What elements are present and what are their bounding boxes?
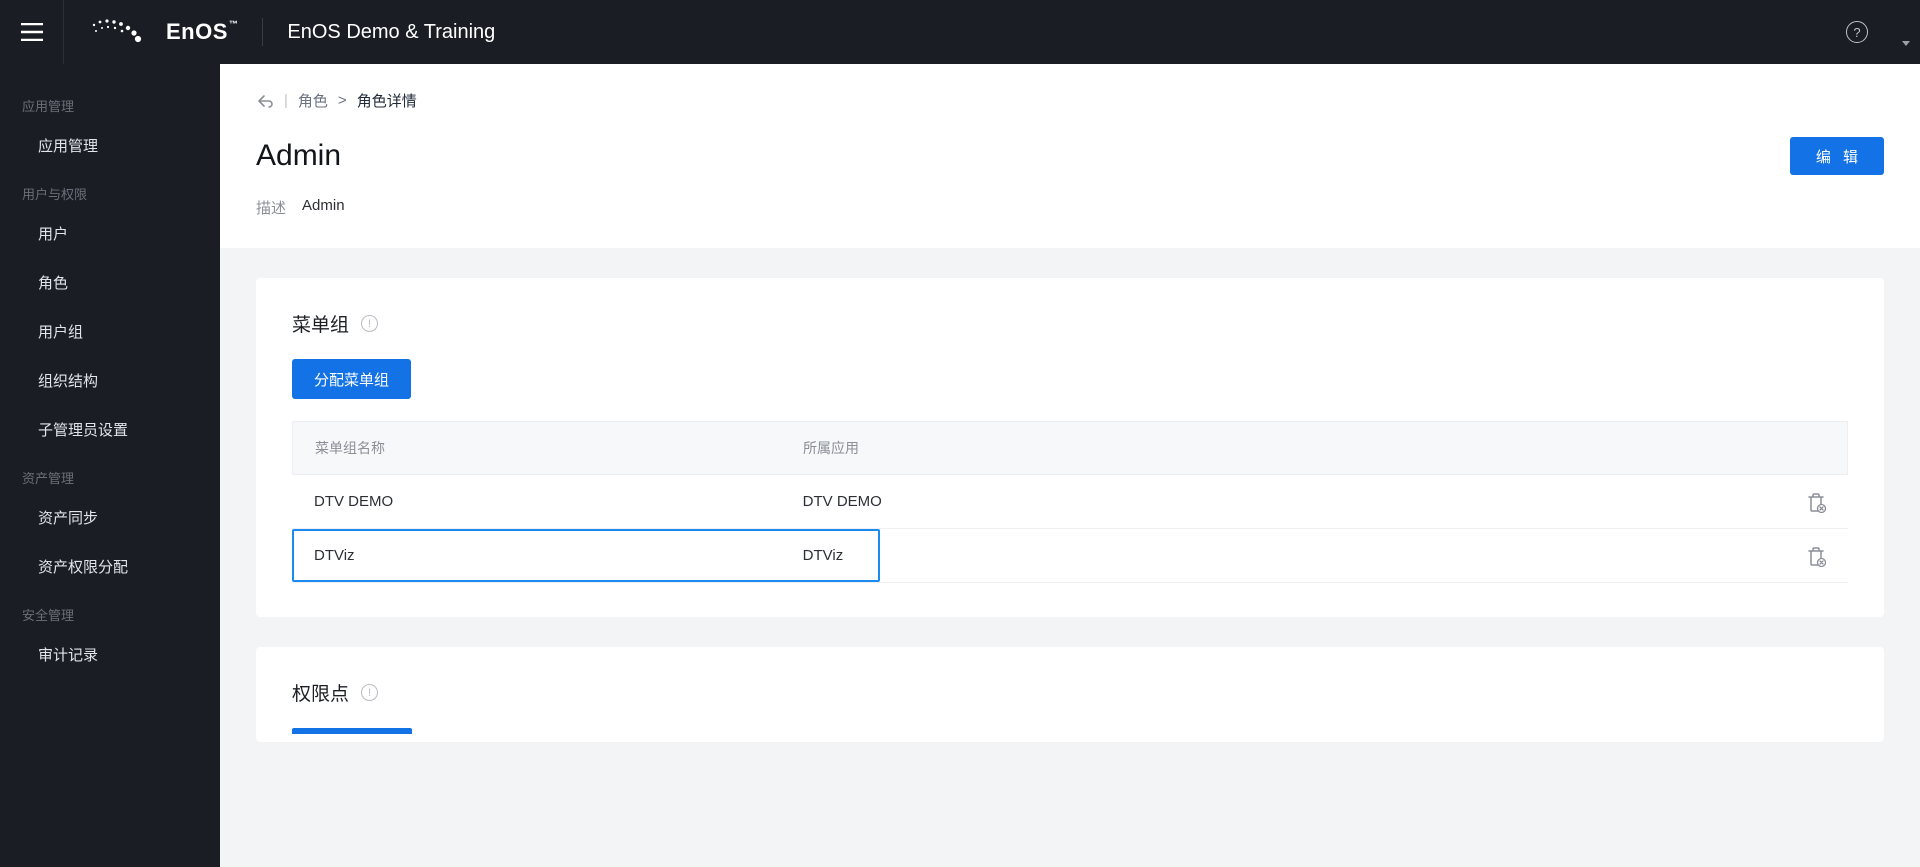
menu-group-table: 菜单组名称 所属应用 DTV DEMO DTV DEMO — [292, 421, 1848, 583]
nav-item-audit-log[interactable]: 审计记录 — [0, 630, 220, 679]
nav-item-app-management[interactable]: 应用管理 — [0, 121, 220, 170]
page-title: Admin — [256, 139, 341, 173]
permission-points-card: 权限点 ! — [256, 647, 1884, 742]
cell-app: DTViz — [781, 529, 1758, 582]
table-header: 菜单组名称 所属应用 — [292, 421, 1848, 475]
delete-icon[interactable] — [1806, 545, 1826, 567]
assign-menu-group-button[interactable]: 分配菜单组 — [292, 359, 411, 399]
page-header: | 角色 > 角色详情 Admin 编 辑 描述 Admin — [220, 64, 1920, 248]
logo-block: EnOS™ EnOS Demo & Training — [64, 18, 519, 46]
logo-icon — [88, 18, 142, 46]
org-name: EnOS Demo & Training — [287, 21, 495, 44]
edit-button[interactable]: 编 辑 — [1790, 137, 1884, 175]
vertical-divider — [262, 18, 263, 46]
back-icon[interactable] — [256, 92, 274, 110]
help-icon[interactable]: ? — [1846, 21, 1868, 43]
menu-toggle[interactable] — [0, 0, 64, 64]
nav-group-title: 资产管理 — [0, 454, 220, 493]
topbar-right: ? — [1846, 21, 1920, 43]
nav-group-title: 应用管理 — [0, 82, 220, 121]
nav-item-users[interactable]: 用户 — [0, 209, 220, 258]
nav-item-asset-perm[interactable]: 资产权限分配 — [0, 542, 220, 591]
description-label: 描述 — [256, 197, 286, 218]
nav-item-org-structure[interactable]: 组织结构 — [0, 356, 220, 405]
cell-app: DTV DEMO — [781, 475, 1758, 528]
nav-group-title: 安全管理 — [0, 591, 220, 630]
logo-text: EnOS™ — [166, 19, 238, 45]
hamburger-icon — [21, 23, 43, 41]
menu-group-card: 菜单组 ! 分配菜单组 菜单组名称 所属应用 D — [256, 278, 1884, 617]
info-icon[interactable]: ! — [361, 684, 378, 701]
delete-icon[interactable] — [1806, 491, 1826, 513]
column-name: 菜单组名称 — [293, 422, 781, 474]
breadcrumb-sep: | — [284, 92, 288, 109]
nav-item-user-groups[interactable]: 用户组 — [0, 307, 220, 356]
column-app: 所属应用 — [781, 422, 1757, 474]
nav-group-title: 用户与权限 — [0, 170, 220, 209]
info-icon[interactable]: ! — [361, 315, 378, 332]
nav-item-asset-sync[interactable]: 资产同步 — [0, 493, 220, 542]
cell-name: DTV DEMO — [292, 475, 781, 528]
breadcrumb-parent[interactable]: 角色 — [298, 90, 328, 111]
assign-permission-button-partial[interactable] — [292, 728, 412, 734]
breadcrumb-arrow: > — [338, 92, 347, 109]
sidebar: 应用管理 应用管理 用户与权限 用户 角色 用户组 组织结构 子管理员设置 资产… — [0, 64, 220, 867]
nav-item-roles[interactable]: 角色 — [0, 258, 220, 307]
description-row: 描述 Admin — [256, 197, 1884, 218]
table-row: DTV DEMO DTV DEMO — [292, 475, 1848, 529]
table-row: DTViz DTViz — [292, 529, 1848, 583]
topbar: EnOS™ EnOS Demo & Training ? — [0, 0, 1920, 64]
permission-points-title: 权限点 — [292, 679, 349, 706]
cell-name: DTViz — [292, 529, 781, 582]
menu-group-title: 菜单组 — [292, 310, 349, 337]
breadcrumb: | 角色 > 角色详情 — [256, 90, 1884, 111]
main-content: | 角色 > 角色详情 Admin 编 辑 描述 Admin 菜单组 ! — [220, 64, 1920, 867]
description-value: Admin — [302, 197, 345, 218]
breadcrumb-current: 角色详情 — [357, 90, 417, 111]
nav-item-sub-admin[interactable]: 子管理员设置 — [0, 405, 220, 454]
caret-down-icon — [1902, 41, 1910, 46]
